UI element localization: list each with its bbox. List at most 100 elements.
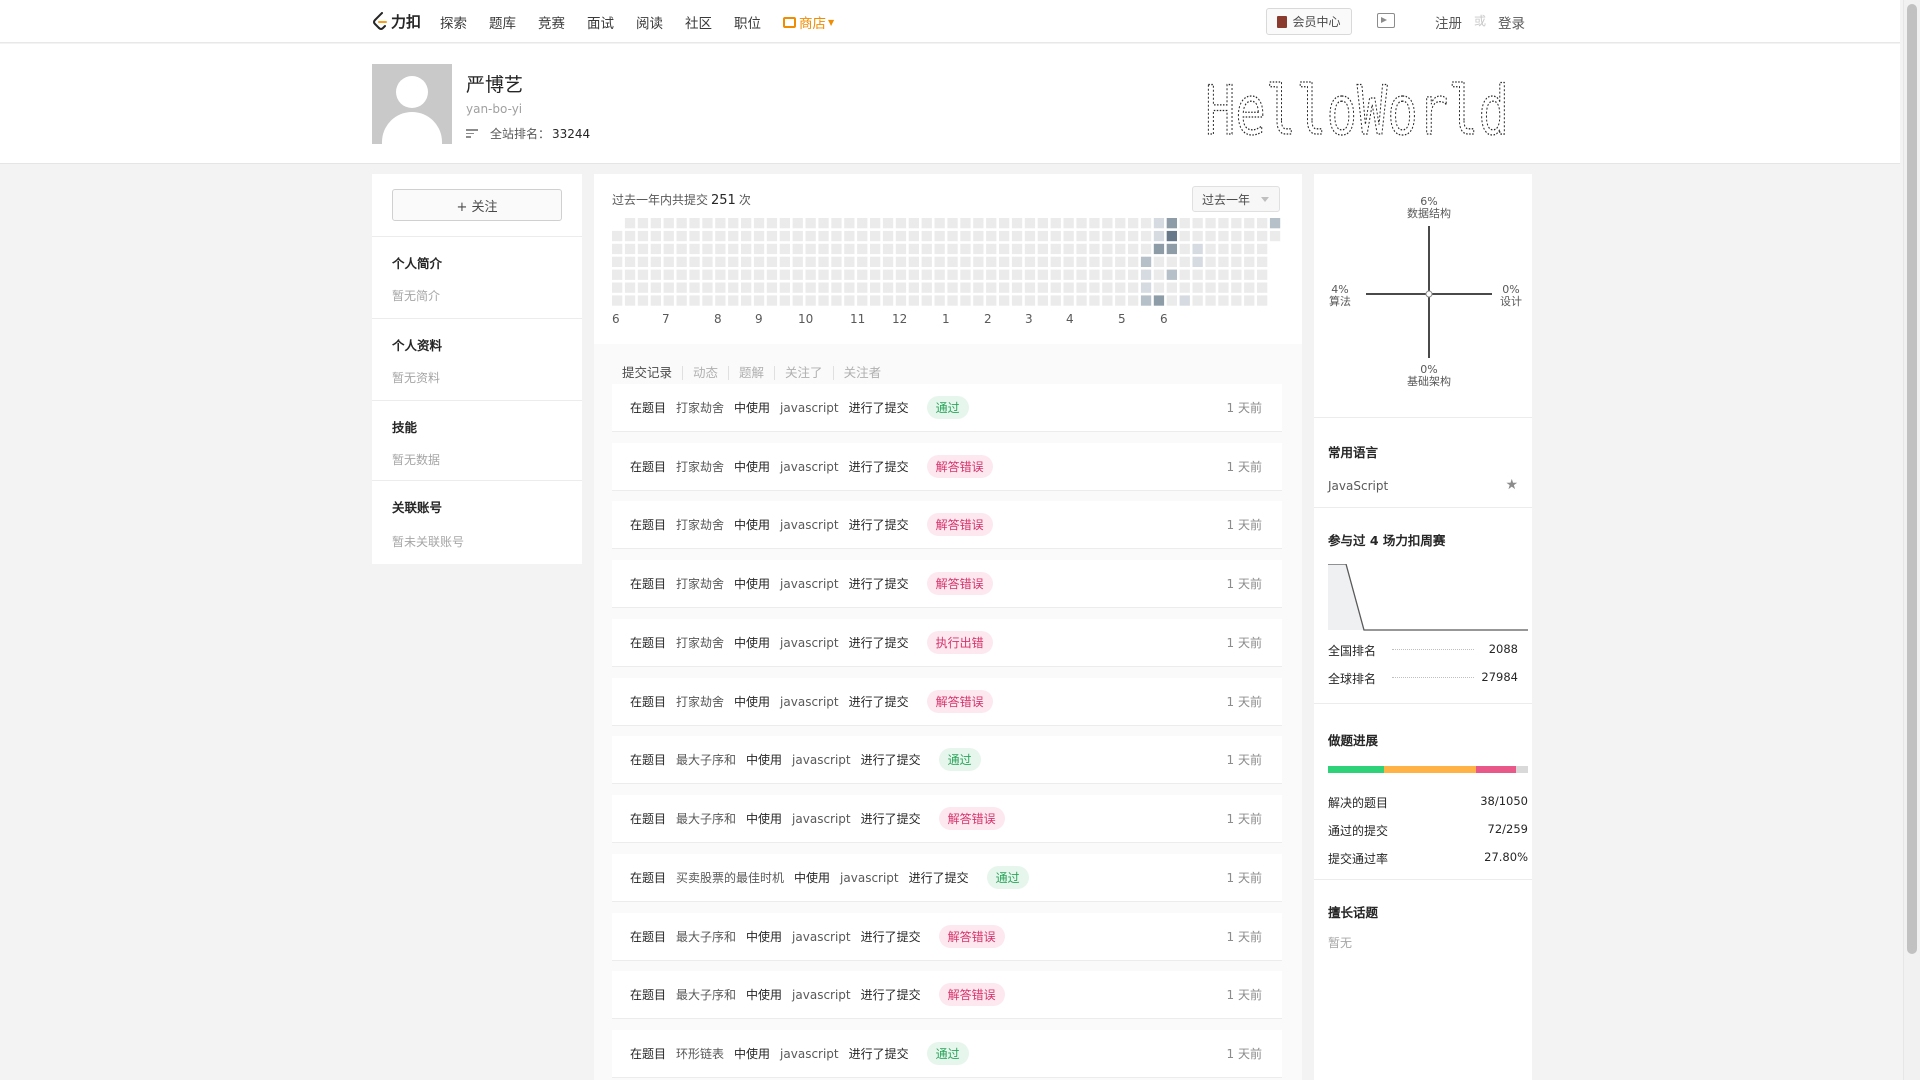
heatmap-cell[interactable] bbox=[1179, 243, 1190, 255]
heatmap-cell[interactable] bbox=[908, 243, 919, 255]
heatmap-cell[interactable] bbox=[741, 269, 752, 280]
heatmap-cell[interactable] bbox=[689, 256, 700, 267]
problem-link[interactable]: 打家劫舍 bbox=[676, 516, 724, 533]
heatmap-cell[interactable] bbox=[1192, 243, 1203, 255]
heatmap-cell[interactable] bbox=[1063, 230, 1074, 242]
heatmap-cell[interactable] bbox=[921, 230, 932, 242]
heatmap-cell[interactable] bbox=[1140, 230, 1152, 242]
heatmap-cell[interactable] bbox=[702, 269, 713, 280]
heatmap-cell[interactable] bbox=[715, 218, 726, 229]
heatmap-cell[interactable] bbox=[973, 295, 984, 306]
heatmap-cell[interactable] bbox=[1269, 230, 1281, 242]
heatmap-cell[interactable] bbox=[792, 256, 803, 267]
problem-link[interactable]: 打家劫舍 bbox=[676, 399, 724, 416]
heatmap-cell[interactable] bbox=[818, 218, 829, 229]
nav-community[interactable]: 社区 bbox=[685, 12, 712, 32]
submission-row[interactable]: 在题目 最大子序和 中使用 javascript 进行了提交 解答错误 1 天前 bbox=[612, 971, 1282, 1019]
register-link[interactable]: 注册 bbox=[1435, 12, 1462, 32]
heatmap-cell[interactable] bbox=[960, 218, 971, 229]
heatmap-cell[interactable] bbox=[715, 269, 726, 280]
heatmap-cell[interactable] bbox=[728, 256, 739, 267]
heatmap-cell[interactable] bbox=[1024, 218, 1036, 229]
heatmap-cell[interactable] bbox=[805, 282, 816, 293]
heatmap-cell[interactable] bbox=[624, 243, 636, 255]
heatmap-cell[interactable] bbox=[960, 256, 971, 267]
submission-row[interactable]: 在题目 打家劫舍 中使用 javascript 进行了提交 通过 1 天前 bbox=[612, 384, 1282, 432]
heatmap-cell[interactable] bbox=[1244, 295, 1255, 306]
heatmap-cell[interactable] bbox=[1257, 295, 1268, 306]
heatmap-cell[interactable] bbox=[1076, 230, 1087, 242]
heatmap-cell[interactable] bbox=[1128, 243, 1139, 255]
heatmap-cell[interactable] bbox=[753, 243, 765, 255]
heatmap-cell[interactable] bbox=[1231, 269, 1242, 280]
heatmap-cell[interactable] bbox=[1231, 218, 1242, 229]
heatmap-cell[interactable] bbox=[612, 282, 623, 293]
heatmap-cell[interactable] bbox=[1050, 282, 1061, 293]
heatmap-cell[interactable] bbox=[650, 218, 661, 229]
heatmap-cell[interactable] bbox=[689, 295, 700, 306]
heatmap-cell[interactable] bbox=[624, 218, 636, 229]
submission-row[interactable]: 在题目 买卖股票的最佳时机 中使用 javascript 进行了提交 通过 1 天前 bbox=[612, 854, 1282, 902]
heatmap-cell[interactable] bbox=[1166, 218, 1177, 229]
heatmap-cell[interactable] bbox=[1192, 269, 1203, 280]
heatmap-cell[interactable] bbox=[728, 230, 739, 242]
heatmap-cell[interactable] bbox=[663, 295, 674, 306]
nav-reading[interactable]: 阅读 bbox=[636, 12, 663, 32]
heatmap-cell[interactable] bbox=[908, 218, 919, 229]
heatmap-cell[interactable] bbox=[612, 243, 623, 255]
heatmap-cell[interactable] bbox=[741, 295, 752, 306]
heatmap-cell[interactable] bbox=[921, 282, 932, 293]
heatmap-cell[interactable] bbox=[805, 256, 816, 267]
heatmap-cell[interactable] bbox=[779, 218, 790, 229]
heatmap-cell[interactable] bbox=[1102, 256, 1113, 267]
heatmap-cell[interactable] bbox=[624, 269, 636, 280]
heatmap-cell[interactable] bbox=[844, 282, 855, 293]
heatmap-cell[interactable] bbox=[1037, 282, 1048, 293]
heatmap-cell[interactable] bbox=[934, 269, 945, 280]
heatmap-cell[interactable] bbox=[870, 269, 881, 280]
heatmap-cell[interactable] bbox=[1037, 269, 1048, 280]
heatmap-cell[interactable] bbox=[882, 230, 894, 242]
heatmap-cell[interactable] bbox=[805, 243, 816, 255]
heatmap-cell[interactable] bbox=[960, 269, 971, 280]
heatmap-cell[interactable] bbox=[934, 282, 945, 293]
heatmap-cell[interactable] bbox=[1205, 256, 1216, 267]
heatmap-cell[interactable] bbox=[779, 256, 790, 267]
heatmap-cell[interactable] bbox=[779, 295, 790, 306]
problem-link[interactable]: 最大子序和 bbox=[676, 751, 736, 768]
heatmap-cell[interactable] bbox=[1166, 256, 1177, 267]
heatmap-cell[interactable] bbox=[1050, 295, 1061, 306]
problem-link[interactable]: 打家劫舍 bbox=[676, 693, 724, 710]
heatmap-cell[interactable] bbox=[715, 230, 726, 242]
heatmap-cell[interactable] bbox=[1244, 269, 1255, 280]
heatmap-cell[interactable] bbox=[1089, 243, 1100, 255]
problem-link[interactable]: 环形链表 bbox=[676, 1045, 724, 1062]
heatmap-cell[interactable] bbox=[1218, 243, 1229, 255]
heatmap-cell[interactable] bbox=[973, 230, 984, 242]
heatmap-cell[interactable] bbox=[689, 218, 700, 229]
heatmap-cell[interactable] bbox=[844, 230, 855, 242]
heatmap-cell[interactable] bbox=[1153, 218, 1165, 229]
heatmap-cell[interactable] bbox=[1140, 282, 1152, 293]
heatmap-cell[interactable] bbox=[1011, 282, 1023, 293]
heatmap-cell[interactable] bbox=[1218, 230, 1229, 242]
heatmap-cell[interactable] bbox=[1102, 295, 1113, 306]
heatmap-cell[interactable] bbox=[612, 269, 623, 280]
tab-solutions[interactable]: 题解 bbox=[728, 366, 774, 380]
heatmap-cell[interactable] bbox=[870, 218, 881, 229]
heatmap-cell[interactable] bbox=[1024, 282, 1036, 293]
heatmap-cell[interactable] bbox=[1102, 230, 1113, 242]
heatmap-cell[interactable] bbox=[986, 218, 997, 229]
heatmap-cell[interactable] bbox=[650, 295, 661, 306]
heatmap-cell[interactable] bbox=[1011, 243, 1023, 255]
status-badge[interactable]: 解答错误 bbox=[938, 925, 1005, 948]
heatmap-cell[interactable] bbox=[741, 218, 752, 229]
heatmap-cell[interactable] bbox=[973, 218, 984, 229]
tab-activity[interactable]: 动态 bbox=[682, 366, 728, 380]
login-link[interactable]: 登录 bbox=[1498, 12, 1525, 32]
tab-followers[interactable]: 关注者 bbox=[832, 366, 892, 380]
heatmap-cell[interactable] bbox=[1011, 230, 1023, 242]
heatmap-cell[interactable] bbox=[1153, 282, 1165, 293]
heatmap-cell[interactable] bbox=[934, 230, 945, 242]
heatmap-cell[interactable] bbox=[1140, 218, 1152, 229]
